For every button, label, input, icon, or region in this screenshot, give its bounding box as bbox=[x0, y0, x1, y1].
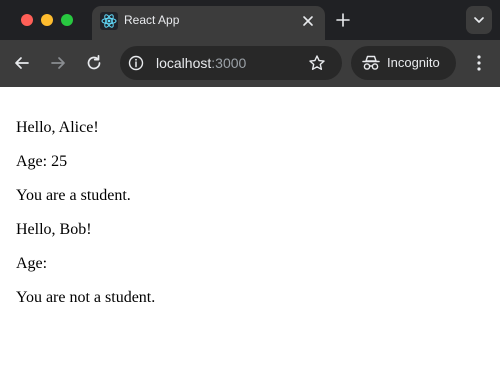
age-bob: Age: bbox=[16, 255, 48, 272]
incognito-label: Incognito bbox=[387, 55, 440, 70]
age-alice: Age: 25 bbox=[16, 153, 68, 170]
new-tab-icon[interactable] bbox=[335, 12, 351, 28]
reload-icon[interactable] bbox=[84, 53, 104, 73]
react-logo-icon bbox=[100, 12, 118, 30]
url-text[interactable]: localhost:3000 bbox=[156, 55, 246, 71]
tab-title: React App bbox=[124, 13, 180, 27]
maximize-window-button[interactable] bbox=[61, 14, 73, 26]
browser-toolbar: localhost:3000 Incognito bbox=[0, 40, 500, 87]
site-info-icon[interactable] bbox=[128, 55, 144, 71]
chevron-down-icon bbox=[474, 17, 484, 23]
greeting-bob: Hello, Bob! bbox=[16, 221, 92, 238]
incognito-icon bbox=[361, 54, 381, 72]
tab-search-button[interactable] bbox=[466, 6, 492, 34]
bookmark-star-icon[interactable] bbox=[308, 54, 326, 72]
url-host: localhost bbox=[156, 55, 212, 71]
more-menu-icon[interactable] bbox=[470, 53, 488, 73]
close-tab-icon[interactable] bbox=[300, 13, 316, 29]
back-arrow-icon[interactable] bbox=[12, 53, 32, 73]
minimize-window-button[interactable] bbox=[41, 14, 53, 26]
student-status-bob: You are not a student. bbox=[16, 289, 156, 306]
student-status-alice: You are a student. bbox=[16, 187, 131, 204]
incognito-indicator[interactable]: Incognito bbox=[351, 46, 456, 80]
close-window-button[interactable] bbox=[21, 14, 33, 26]
url-port: :3000 bbox=[211, 55, 247, 71]
address-bar[interactable]: localhost:3000 bbox=[120, 46, 342, 80]
greeting-alice: Hello, Alice! bbox=[16, 119, 99, 136]
active-tab[interactable]: React App bbox=[92, 6, 325, 40]
forward-arrow-icon[interactable] bbox=[48, 53, 68, 73]
tab-strip: React App bbox=[0, 0, 500, 40]
